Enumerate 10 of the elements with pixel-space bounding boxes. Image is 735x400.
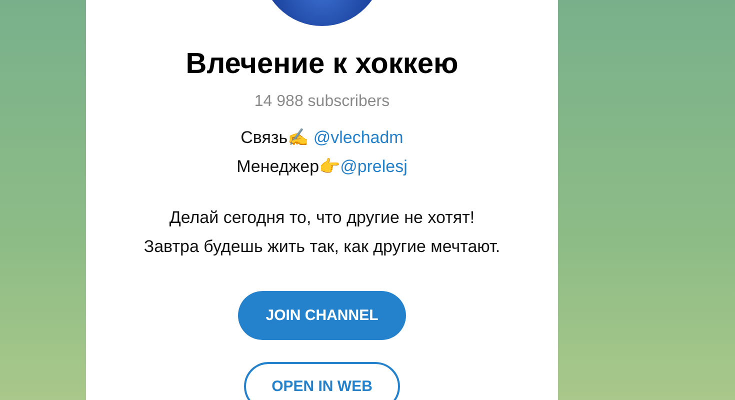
join-channel-button[interactable]: JOIN CHANNEL xyxy=(238,291,406,340)
username-link[interactable]: @prelesj xyxy=(340,157,408,176)
subscriber-count: 14 988 subscribers xyxy=(254,93,390,111)
contact-line: Связь✍ @vlechadm xyxy=(240,127,404,148)
open-in-web-button[interactable]: OPEN IN WEB xyxy=(244,362,400,400)
channel-title: Влечение к хоккею xyxy=(186,48,458,81)
description-text: Завтра будешь жить так, как другие мечтают. xyxy=(144,236,500,257)
description-text: Делай сегодня то, что другие не хотят! xyxy=(169,207,475,228)
username-link[interactable]: @vlechadm xyxy=(313,128,404,147)
contact-line: Менеджер👉@prelesj xyxy=(236,156,408,177)
